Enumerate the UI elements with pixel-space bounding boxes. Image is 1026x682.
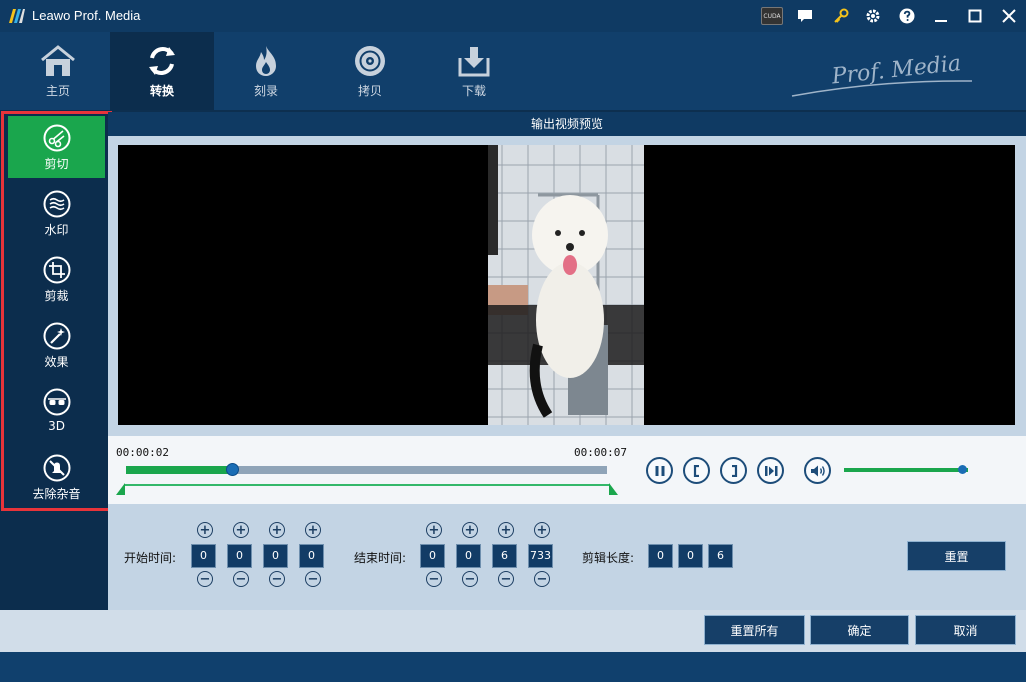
settings-button[interactable] xyxy=(862,6,884,26)
start-second-plus-button[interactable]: + xyxy=(269,522,285,538)
trim-end-handle xyxy=(609,483,618,495)
convert-icon xyxy=(149,47,175,75)
nav-copy-label: 拷贝 xyxy=(357,84,382,98)
register-button[interactable] xyxy=(830,6,852,26)
clip-length-minute: 0 xyxy=(678,544,703,568)
pause-button[interactable] xyxy=(646,457,673,484)
trim-start-handle xyxy=(116,483,125,495)
end-ms-plus-button[interactable]: + xyxy=(534,522,550,538)
start-hour-plus-button[interactable]: + xyxy=(197,522,213,538)
start-ms-plus-button[interactable]: + xyxy=(305,522,321,538)
end-second-plus-button[interactable]: + xyxy=(498,522,514,538)
title-bar: Leawo Prof. Media CUDA xyxy=(0,0,1026,32)
burn-icon xyxy=(256,46,276,76)
help-icon xyxy=(899,8,915,24)
maximize-button[interactable] xyxy=(964,6,986,26)
start-second-minus-button[interactable]: − xyxy=(269,571,285,587)
bracket-right-icon xyxy=(731,464,737,477)
start-hour-field[interactable]: 0 xyxy=(191,544,216,568)
reset-button[interactable]: 重置 xyxy=(907,541,1006,571)
end-minute-minus-button[interactable]: − xyxy=(462,571,478,587)
trim-range-bar[interactable] xyxy=(116,480,618,496)
volume-button[interactable] xyxy=(804,457,831,484)
clip-length-label: 剪辑长度: xyxy=(582,551,635,565)
help-button[interactable] xyxy=(896,6,918,26)
end-hour-minus-button[interactable]: − xyxy=(426,571,442,587)
gear-icon xyxy=(866,9,880,23)
end-time-label: 结束时间: xyxy=(354,551,407,565)
end-minute-plus-button[interactable]: + xyxy=(462,522,478,538)
nav-download[interactable]: 下载 xyxy=(422,32,526,110)
timeline-progress xyxy=(126,466,232,474)
disc-copy-icon xyxy=(355,46,385,76)
download-icon xyxy=(458,47,490,77)
brand-logo: Prof. Media xyxy=(791,51,973,97)
clip-length-hour: 0 xyxy=(648,544,673,568)
key-icon xyxy=(834,8,849,23)
mark-in-button[interactable] xyxy=(683,457,710,484)
minimize-icon xyxy=(935,20,947,22)
start-ms-minus-button[interactable]: − xyxy=(305,571,321,587)
preview-header: 输出视频预览 xyxy=(108,112,1026,136)
nav-home[interactable]: 主页 xyxy=(6,32,110,110)
start-second-field[interactable]: 0 xyxy=(263,544,288,568)
start-minute-plus-button[interactable]: + xyxy=(233,522,249,538)
feedback-button[interactable] xyxy=(794,6,816,26)
home-icon xyxy=(41,45,75,76)
cancel-button[interactable]: 取消 xyxy=(915,615,1016,645)
pause-icon xyxy=(655,465,664,476)
nav-download-label: 下载 xyxy=(461,84,486,98)
bracket-left-icon xyxy=(693,464,699,477)
sidebar-highlight-frame xyxy=(1,111,112,511)
end-minute-field[interactable]: 0 xyxy=(456,544,481,568)
nav-convert-label: 转换 xyxy=(149,84,174,98)
end-hour-field[interactable]: 0 xyxy=(420,544,445,568)
end-hour-plus-button[interactable]: + xyxy=(426,522,442,538)
start-hour-minus-button[interactable]: − xyxy=(197,571,213,587)
close-button[interactable] xyxy=(998,6,1020,26)
start-ms-field[interactable]: 0 xyxy=(299,544,324,568)
start-time-label: 开始时间: xyxy=(124,551,177,565)
cuda-icon: CUDA xyxy=(761,7,783,25)
footer-strip xyxy=(0,652,1026,682)
end-second-field[interactable]: 6 xyxy=(492,544,517,568)
app-logo-icon xyxy=(9,9,25,23)
nav-home-label: 主页 xyxy=(45,84,70,98)
close-icon xyxy=(1002,9,1016,23)
start-minute-field[interactable]: 0 xyxy=(227,544,252,568)
app-title: Leawo Prof. Media xyxy=(32,8,141,23)
current-time: 00:00:02 xyxy=(116,446,169,459)
chat-bubble-icon xyxy=(798,10,812,22)
ok-button[interactable]: 确定 xyxy=(810,615,909,645)
end-second-minus-button[interactable]: − xyxy=(498,571,514,587)
minimize-button[interactable] xyxy=(930,6,952,26)
main-nav: 主页 转换 刻录 拷贝 下载 Prof. Media xyxy=(0,32,1026,110)
end-ms-field[interactable]: 733 xyxy=(528,544,553,568)
end-time: 00:00:07 xyxy=(574,446,627,459)
nav-burn[interactable]: 刻录 xyxy=(214,32,318,110)
speaker-icon xyxy=(810,465,825,476)
video-frame-image xyxy=(488,145,644,425)
start-minute-minus-button[interactable]: − xyxy=(233,571,249,587)
next-frame-button[interactable] xyxy=(757,457,784,484)
volume-handle[interactable] xyxy=(957,465,967,474)
nav-copy[interactable]: 拷贝 xyxy=(318,32,422,110)
mark-out-button[interactable] xyxy=(720,457,747,484)
end-ms-minus-button[interactable]: − xyxy=(534,571,550,587)
cuda-badge[interactable]: CUDA xyxy=(760,6,784,26)
maximize-icon xyxy=(968,9,982,23)
timeline-handle[interactable] xyxy=(225,463,239,476)
nav-burn-label: 刻录 xyxy=(253,84,278,98)
clip-length-second: 6 xyxy=(708,544,733,568)
reset-all-button[interactable]: 重置所有 xyxy=(704,615,805,645)
nav-convert[interactable]: 转换 xyxy=(110,32,214,110)
volume-slider[interactable] xyxy=(844,468,968,472)
step-forward-icon xyxy=(764,465,777,476)
